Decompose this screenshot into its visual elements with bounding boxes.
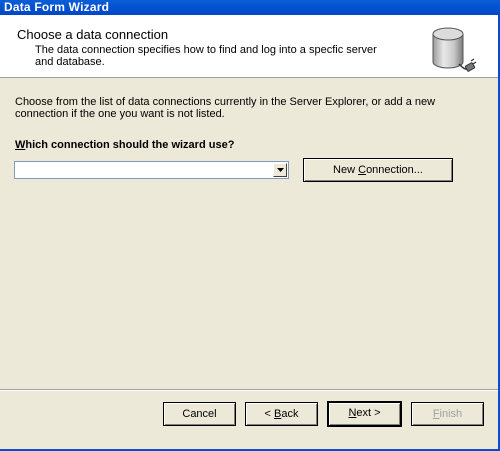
next-button[interactable]: Next > <box>327 401 402 427</box>
cancel-button[interactable]: Cancel <box>163 402 236 426</box>
page-title: Choose a data connection <box>17 27 169 42</box>
chevron-down-icon <box>276 168 284 172</box>
connection-select[interactable] <box>14 161 289 179</box>
finish-button[interactable]: Finish <box>411 402 484 426</box>
page-description: The data connection specifies how to fin… <box>35 44 377 68</box>
new-connection-button[interactable]: New Connection... <box>303 158 453 182</box>
title-bar: Data Form Wizard <box>0 0 500 15</box>
connection-question-label: Which connection should the wizard use? <box>15 139 235 151</box>
dropdown-arrow-button[interactable] <box>273 163 287 177</box>
database-connection-icon <box>432 27 477 72</box>
wizard-window: Data Form Wizard Choose a data connectio… <box>0 0 500 451</box>
header-panel: Choose a data connection The data connec… <box>0 15 500 78</box>
window-title: Data Form Wizard <box>4 0 110 14</box>
back-button[interactable]: < Back <box>245 402 318 426</box>
footer-separator <box>0 389 500 391</box>
instructions-text: Choose from the list of data connections… <box>15 96 436 120</box>
